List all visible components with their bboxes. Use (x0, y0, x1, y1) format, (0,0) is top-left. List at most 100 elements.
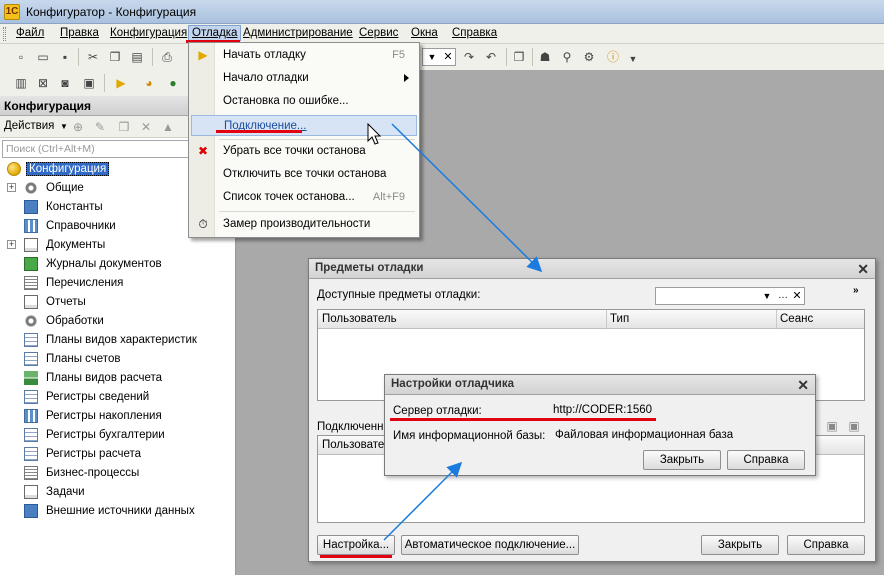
catalogs-icon (24, 219, 38, 233)
processing-icon (24, 314, 38, 328)
help-button[interactable]: Справка (787, 535, 865, 555)
launch-enterprise-icon[interactable]: ◕ (140, 74, 158, 92)
run-debug-icon[interactable]: ▶ (112, 74, 130, 92)
documents-icon (24, 238, 38, 252)
save-icon[interactable]: ▪ (56, 48, 74, 66)
tree-item-account-registers[interactable]: Регистры бухгалтерии (0, 426, 236, 445)
clear-icon[interactable]: ✕ (441, 49, 455, 65)
add-icon[interactable]: ⊕ (70, 119, 86, 135)
menu-service[interactable]: Сервис (359, 27, 398, 39)
menu-disable-breakpoints[interactable]: Отключить все точки останова (191, 164, 417, 185)
settings-icon[interactable]: ⚙ (580, 48, 598, 66)
delete-icon[interactable]: ✕ (138, 119, 154, 135)
move-up-icon[interactable]: ▲ (160, 119, 176, 135)
tree-item-business-processes[interactable]: Бизнес-процессы (0, 464, 236, 483)
tree-item-chart-accounts[interactable]: Планы счетов (0, 350, 236, 369)
toolbar-right: ▼ ✕ ↷ ↶ ❐ ☗ ⚲ ⚙ ⓘ ▼ (420, 44, 884, 70)
menu-file[interactable]: Файл (16, 27, 44, 39)
database-icon[interactable]: ◙ (56, 74, 74, 92)
chevron-down-icon[interactable]: ▼ (760, 288, 774, 304)
compare-icon[interactable]: ⊠ (34, 74, 52, 92)
edit-icon[interactable]: ✎ (92, 119, 108, 135)
debug-menu: ▶ Начать отладку F5 Начало отладки Остан… (188, 42, 420, 238)
search-help-icon[interactable]: ⚲ (558, 48, 576, 66)
open-folder-icon[interactable]: ▭ (34, 48, 52, 66)
chart-calc-icon (24, 371, 38, 385)
business-process-icon (24, 466, 38, 480)
tree-item-documents[interactable]: + Документы (0, 236, 236, 255)
tree-item-enums[interactable]: Перечисления (0, 274, 236, 293)
settings-close-button[interactable]: Закрыть (643, 450, 721, 470)
tree-item-chart-calc[interactable]: Планы видов расчета (0, 369, 236, 388)
debug-combo[interactable]: ▼ ✕ (422, 48, 456, 66)
close-button[interactable]: Закрыть (701, 535, 779, 555)
copy-item-icon[interactable]: ❐ (116, 119, 132, 135)
tree-item-external-sources[interactable]: Внешние источники данных (0, 502, 236, 521)
menu-administration[interactable]: Администрирование (243, 27, 353, 39)
available-items-label: Доступные предметы отладки: (317, 289, 481, 301)
menu-begin-debug[interactable]: Начало отладки (191, 68, 417, 89)
tree-item-journals[interactable]: Журналы документов (0, 255, 236, 274)
clear-icon[interactable]: ✕ (790, 288, 804, 304)
settings-button[interactable]: Настройка... (317, 535, 395, 555)
tree-item-reports[interactable]: Отчеты (0, 293, 236, 312)
tasks-icon (24, 485, 38, 499)
config-window-icon[interactable]: ▥ (12, 74, 30, 92)
constants-icon (24, 200, 38, 214)
settings-help-button[interactable]: Справка (727, 450, 805, 470)
stopwatch-icon: ⏱ (198, 217, 208, 231)
menu-bar: Файл Правка Конфигурация Отладка Админис… (0, 24, 884, 44)
menu-start-debug[interactable]: ▶ Начать отладку F5 (191, 45, 417, 66)
tree-item-tasks[interactable]: Задачи (0, 483, 236, 502)
close-icon[interactable]: ✕ (797, 377, 809, 394)
connect-item-icon[interactable]: ▣ (823, 417, 841, 435)
menu-configuration[interactable]: Конфигурация (110, 27, 187, 39)
expand-icon[interactable]: + (7, 240, 16, 249)
menu-edit[interactable]: Правка (60, 27, 99, 39)
step-back-icon[interactable]: ↶ (482, 48, 500, 66)
menu-windows[interactable]: Окна (411, 27, 438, 39)
available-items-filter[interactable]: ▼ … ✕ (655, 287, 805, 305)
tree-item-chart-characteristics[interactable]: Планы видов характеристик (0, 331, 236, 350)
cut-icon[interactable]: ✂ (84, 48, 102, 66)
update-icon[interactable]: ▣ (80, 74, 98, 92)
auto-connect-button[interactable]: Автоматическое подключение... (401, 535, 579, 555)
menu-breakpoint-list[interactable]: Список точек останова... Alt+F9 (191, 187, 417, 208)
new-file-icon[interactable]: ▫ (12, 48, 30, 66)
expand-icon[interactable]: + (7, 183, 16, 192)
remove-breakpoints-icon: ✖ (197, 144, 209, 158)
menu-remove-breakpoints[interactable]: ✖ Убрать все точки останова (191, 141, 417, 162)
menu-help[interactable]: Справка (452, 27, 497, 39)
tree-item-info-registers[interactable]: Регистры сведений (0, 388, 236, 407)
connected-items-label: Подключенн (317, 421, 384, 433)
infobase-name-label: Имя информационной базы: (393, 430, 546, 442)
print-icon[interactable]: ⎙ (158, 48, 176, 66)
col-connected-user[interactable]: Пользовате (322, 439, 384, 451)
tree-item-calc-registers[interactable]: Регистры расчета (0, 445, 236, 464)
chevron-down-icon[interactable]: ▼ (425, 49, 439, 65)
windows-icon[interactable]: ❐ (510, 48, 528, 66)
actions-menu[interactable]: Действия (4, 120, 54, 132)
menu-stop-on-error[interactable]: Остановка по ошибке... (191, 91, 417, 112)
copy-icon[interactable]: ❐ (106, 48, 124, 66)
paste-icon[interactable]: ▤ (128, 48, 146, 66)
col-type[interactable]: Тип (610, 313, 629, 325)
settings-button-highlight (320, 555, 392, 558)
col-user[interactable]: Пользователь (322, 313, 397, 325)
tree-item-accum-registers[interactable]: Регистры накопления (0, 407, 236, 426)
menu-performance-measure[interactable]: ⏱ Замер производительности (191, 214, 417, 235)
col-session[interactable]: Сеанс (780, 313, 813, 325)
debug-items-title: Предметы отладки (309, 259, 875, 279)
syntax-assistant-icon[interactable]: ☗ (536, 48, 554, 66)
step-over-icon[interactable]: ↷ (460, 48, 478, 66)
toolbar-dropdown-icon[interactable]: ▼ (624, 50, 642, 68)
globe-icon[interactable]: ● (164, 74, 182, 92)
info-icon[interactable]: ⓘ (604, 48, 622, 66)
close-icon[interactable]: ✕ (857, 261, 869, 278)
debug-server-label: Сервер отладки: (393, 405, 482, 417)
tree-item-processing[interactable]: Обработки (0, 312, 236, 331)
disconnect-item-icon[interactable]: ▣ (845, 417, 863, 435)
ellipsis-icon[interactable]: … (776, 288, 790, 304)
more-options-icon[interactable]: » (853, 285, 859, 296)
menu-debug[interactable]: Отладка (188, 25, 242, 41)
